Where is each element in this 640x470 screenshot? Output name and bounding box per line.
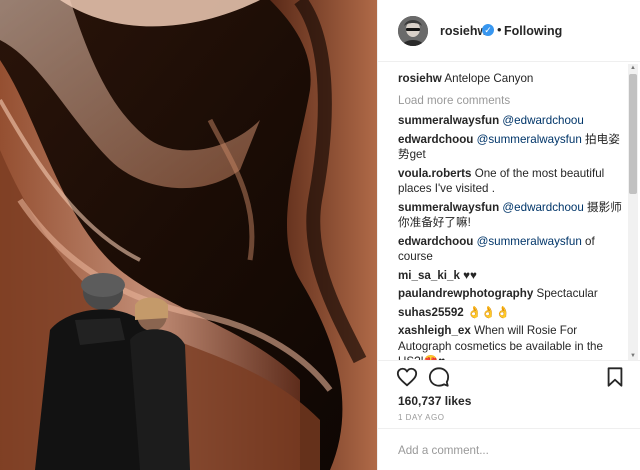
heart-outline-icon[interactable] bbox=[396, 366, 418, 388]
comment-item: mi_sa_ki_k ♥♥ bbox=[398, 268, 628, 284]
comment-item: summeralwaysfun @edwardchoou 摄影师你准备好了嘛! bbox=[398, 200, 628, 231]
comment-item: summeralwaysfun @edwardchoou bbox=[398, 113, 628, 129]
comment-mention[interactable]: @edwardchoou bbox=[502, 201, 583, 214]
post-side-panel: rosiehw ✓ • Following rosiehw Antelope C… bbox=[377, 0, 640, 470]
verified-badge-icon: ✓ bbox=[482, 24, 494, 36]
likes-count[interactable]: 160,737 likes bbox=[398, 394, 471, 408]
comment-username[interactable]: voula.roberts bbox=[398, 167, 471, 180]
scroll-up-arrow-icon[interactable]: ▲ bbox=[628, 64, 638, 72]
caption-username[interactable]: rosiehw bbox=[398, 72, 442, 85]
load-more-comments-link[interactable]: Load more comments bbox=[398, 93, 628, 109]
comments-scrollbar[interactable]: ▲ ▼ bbox=[628, 64, 638, 360]
header-separator: • bbox=[497, 22, 502, 37]
comment-mention[interactable]: @summeralwaysfun bbox=[477, 235, 582, 248]
comment-username[interactable]: xashleigh_ex bbox=[398, 324, 471, 337]
comment-mention[interactable]: @summeralwaysfun bbox=[477, 133, 582, 146]
comment-item: paulandrewphotography Spectacular bbox=[398, 286, 628, 302]
comment-username[interactable]: suhas25592 bbox=[398, 306, 464, 319]
bookmark-icon[interactable] bbox=[604, 366, 626, 388]
post-author-username[interactable]: rosiehw bbox=[440, 24, 487, 38]
scroll-down-arrow-icon[interactable]: ▼ bbox=[628, 352, 638, 360]
caption-text: Antelope Canyon bbox=[444, 72, 534, 85]
post-timestamp[interactable]: 1 DAY AGO bbox=[398, 413, 444, 422]
comment-text: ♥♥ bbox=[463, 268, 477, 282]
comment-username[interactable]: edwardchoou bbox=[398, 133, 473, 146]
post-photo[interactable] bbox=[0, 0, 377, 470]
comment-item: xashleigh_ex When will Rosie For Autogra… bbox=[398, 323, 628, 360]
comment-username[interactable]: edwardchoou bbox=[398, 235, 473, 248]
comments-list[interactable]: rosiehw Antelope Canyon Load more commen… bbox=[398, 64, 628, 360]
comment-item: edwardchoou @summeralwaysfun 拍电姿势get bbox=[398, 132, 628, 163]
post-caption: rosiehw Antelope Canyon bbox=[398, 71, 628, 87]
comment-item: edwardchoou @summeralwaysfun of course bbox=[398, 234, 628, 265]
canyon-photo-image bbox=[0, 0, 377, 470]
comment-mention[interactable]: @edwardchoou bbox=[502, 114, 583, 127]
following-button[interactable]: Following bbox=[504, 24, 562, 38]
comment-bubble-icon[interactable] bbox=[428, 366, 450, 388]
scrollbar-thumb[interactable] bbox=[629, 74, 637, 194]
add-comment-input[interactable] bbox=[398, 444, 618, 457]
comment-username[interactable]: summeralwaysfun bbox=[398, 201, 499, 214]
comment-text: 👌👌👌 bbox=[466, 305, 511, 319]
avatar-image bbox=[398, 16, 428, 46]
comment-username[interactable]: paulandrewphotography bbox=[398, 287, 533, 300]
avatar[interactable] bbox=[398, 16, 428, 46]
comment-item: suhas25592 👌👌👌 bbox=[398, 305, 628, 321]
instagram-post: rosiehw ✓ • Following rosiehw Antelope C… bbox=[0, 0, 640, 470]
comment-text: Spectacular bbox=[536, 287, 598, 300]
comment-item: voula.roberts One of the most beautiful … bbox=[398, 166, 628, 197]
post-header: rosiehw ✓ • Following bbox=[378, 0, 640, 62]
comment-username[interactable]: mi_sa_ki_k bbox=[398, 269, 460, 282]
comment-username[interactable]: summeralwaysfun bbox=[398, 114, 499, 127]
